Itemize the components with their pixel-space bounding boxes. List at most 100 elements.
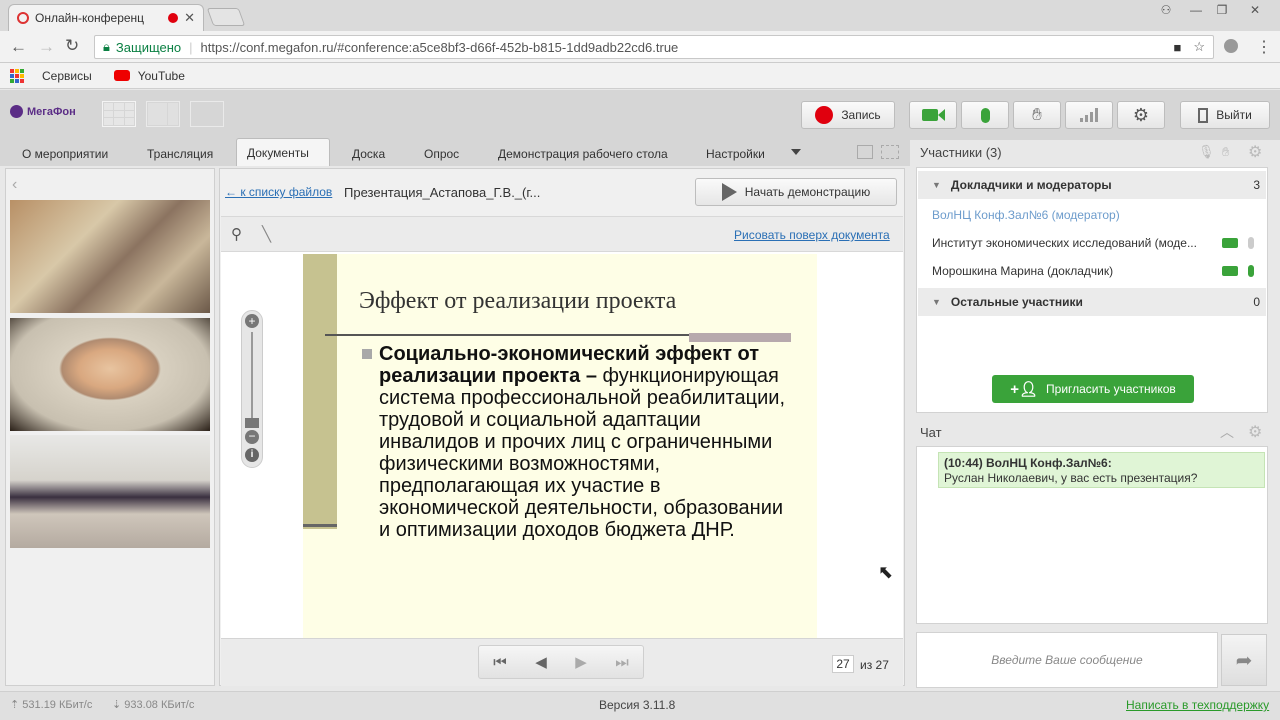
mute-all-mic-icon[interactable]: 🎙︎ bbox=[1198, 144, 1215, 160]
invite-participants-button[interactable]: +👤︎ Пригласить участников bbox=[992, 375, 1194, 403]
settings-button[interactable]: ⚙ bbox=[1117, 101, 1165, 129]
camera-toggle-button[interactable] bbox=[909, 101, 957, 129]
send-message-button[interactable]: ➦ bbox=[1221, 634, 1267, 686]
tab-documents[interactable]: Документы bbox=[236, 138, 330, 166]
chevron-left-icon[interactable]: ‹ bbox=[12, 176, 17, 194]
tab-board[interactable]: Доска bbox=[342, 142, 395, 166]
last-page-icon[interactable]: ⏭ bbox=[615, 654, 629, 671]
minimize-window-icon[interactable]: — bbox=[1182, 0, 1210, 20]
slide: Эффект от реализации проекта Социально-э… bbox=[303, 254, 817, 638]
current-page-input[interactable]: 27 bbox=[832, 655, 854, 673]
slide-body-text: функционирующая система профессиональной… bbox=[379, 365, 786, 541]
group-others-header[interactable]: ▼ Остальные участники 0 bbox=[918, 288, 1266, 316]
slide-divider bbox=[303, 524, 337, 527]
back-icon[interactable]: ← bbox=[10, 37, 27, 57]
mic-off-icon bbox=[1248, 237, 1254, 249]
tab-poll[interactable]: Опрос bbox=[414, 142, 469, 166]
chat-input[interactable]: Введите Ваше сообщение bbox=[916, 632, 1218, 688]
video-feed-room[interactable] bbox=[10, 200, 210, 313]
new-tab-button[interactable] bbox=[206, 8, 246, 26]
info-icon[interactable]: i bbox=[245, 448, 259, 462]
mouse-cursor-icon: ⬉ bbox=[878, 562, 894, 582]
secure-label: Защищено bbox=[115, 39, 182, 55]
address-bar[interactable]: 🔒︎ Защищено | https://conf.megafon.ru/#c… bbox=[94, 35, 1214, 59]
browser-tab[interactable]: Онлайн-конференц ✕ bbox=[8, 4, 204, 31]
camera-on-icon bbox=[1222, 266, 1238, 276]
bookmark-star-icon[interactable]: ☆ bbox=[1193, 39, 1205, 55]
zoom-handle[interactable] bbox=[245, 418, 259, 428]
chat-message: (10:44) ВолНЦ Конф.Зал№6: Руслан Николае… bbox=[938, 452, 1265, 488]
bookmark-services[interactable]: Сервисы bbox=[42, 69, 92, 83]
megafon-logo: МегаФон bbox=[10, 105, 76, 118]
download-speed: ⇣ 933.08 КБит/с bbox=[112, 699, 195, 711]
layout-grid-main-icon[interactable] bbox=[146, 101, 180, 127]
extension-icon[interactable] bbox=[1224, 39, 1238, 53]
microphone-icon bbox=[980, 107, 990, 123]
participant-row[interactable]: Морошкина Марина (докладчик) bbox=[918, 257, 1266, 285]
video-feed-hall[interactable] bbox=[10, 435, 210, 548]
logout-button[interactable]: Выйти bbox=[1180, 101, 1270, 129]
fullscreen-icon[interactable] bbox=[881, 145, 899, 159]
microphone-toggle-button[interactable] bbox=[961, 101, 1009, 129]
video-feed-speaker[interactable] bbox=[10, 318, 210, 431]
chevron-up-icon[interactable]: ︿ bbox=[1220, 422, 1234, 442]
tab-broadcast[interactable]: Трансляция bbox=[137, 142, 223, 166]
raise-hand-button[interactable]: ✋︎ bbox=[1013, 101, 1061, 129]
next-page-icon[interactable]: ▶ bbox=[575, 653, 587, 671]
slide-accent-bar bbox=[689, 333, 791, 342]
close-tab-icon[interactable]: ✕ bbox=[184, 10, 195, 26]
participants-settings-icon[interactable]: ⚙ bbox=[1248, 142, 1262, 162]
more-tabs-icon[interactable] bbox=[791, 149, 801, 155]
signal-bars-icon bbox=[1080, 108, 1098, 122]
chat-settings-icon[interactable]: ⚙ bbox=[1248, 422, 1262, 442]
layout-single-icon[interactable] bbox=[190, 101, 224, 127]
chat-message-header: (10:44) ВолНЦ Конф.Зал№6: bbox=[944, 456, 1112, 470]
upload-arrow-icon: ⇡ bbox=[10, 699, 20, 711]
signal-quality-button[interactable] bbox=[1065, 101, 1113, 129]
app-version: Версия 3.11.8 bbox=[599, 698, 676, 712]
send-arrow-icon: ➦ bbox=[1235, 649, 1253, 672]
menu-icon[interactable]: ⋮ bbox=[1256, 37, 1272, 57]
reload-icon[interactable]: ↻ bbox=[65, 36, 79, 56]
exit-door-icon bbox=[1198, 107, 1209, 123]
tab-settings[interactable]: Настройки bbox=[696, 142, 775, 166]
play-icon bbox=[721, 183, 737, 201]
camera-icon[interactable]: ■ bbox=[1173, 40, 1181, 55]
document-filename: Презентация_Астапова_Г.В._(г... bbox=[344, 185, 541, 200]
back-to-files-link[interactable]: ← к списку файлов bbox=[225, 185, 332, 199]
restore-window-icon[interactable]: ❐ bbox=[1208, 0, 1236, 20]
recording-indicator-icon bbox=[168, 13, 179, 23]
bookmark-youtube[interactable]: YouTube bbox=[138, 69, 185, 83]
camera-on-icon bbox=[1222, 238, 1238, 248]
previous-page-icon[interactable]: ◀ bbox=[535, 653, 547, 671]
first-page-icon[interactable]: ⏮ bbox=[493, 654, 507, 671]
group-speakers-header[interactable]: ▼ Докладчики и модераторы 3 bbox=[918, 171, 1266, 199]
download-arrow-icon: ⇣ bbox=[112, 699, 122, 711]
start-demo-button[interactable]: Начать демонстрацию bbox=[695, 178, 897, 206]
window-mode-icon[interactable] bbox=[857, 145, 873, 159]
lock-icon: 🔒︎ bbox=[103, 39, 110, 54]
forward-icon[interactable]: → bbox=[38, 37, 55, 57]
layout-grid-9-icon[interactable] bbox=[102, 101, 136, 127]
close-window-icon[interactable]: ✕ bbox=[1240, 0, 1270, 20]
youtube-icon bbox=[113, 70, 130, 81]
chat-title: Чат bbox=[920, 425, 942, 440]
record-button[interactable]: Запись bbox=[801, 101, 895, 129]
zoom-in-icon[interactable]: + bbox=[245, 314, 259, 328]
collapse-triangle-icon: ▼ bbox=[932, 297, 941, 307]
page-total: из 27 bbox=[860, 658, 889, 672]
profile-icon[interactable]: ⚇ bbox=[1152, 0, 1180, 20]
draw-on-document-link[interactable]: Рисовать поверх документа bbox=[734, 228, 890, 242]
slide-bullet-icon bbox=[362, 349, 372, 359]
participant-row[interactable]: ВолНЦ Конф.Зал№6 (модератор) bbox=[918, 201, 1266, 229]
mute-all-icon[interactable]: ✋︎ bbox=[1222, 144, 1229, 160]
magnifier-icon[interactable]: ⚲ bbox=[231, 225, 242, 243]
support-link[interactable]: Написать в техподдержку bbox=[1126, 698, 1269, 712]
apps-icon[interactable] bbox=[10, 68, 24, 83]
page-nav-controls: ⏮ ◀ ▶ ⏭ bbox=[478, 645, 644, 679]
tab-desktop-demo[interactable]: Демонстрация рабочего стола bbox=[488, 142, 678, 166]
tab-about[interactable]: О мероприятии bbox=[12, 142, 118, 166]
zoom-out-icon[interactable]: − bbox=[245, 430, 259, 444]
participant-row[interactable]: Институт экономических исследований (мод… bbox=[918, 229, 1266, 257]
pointer-icon[interactable]: ╲ bbox=[262, 225, 271, 243]
